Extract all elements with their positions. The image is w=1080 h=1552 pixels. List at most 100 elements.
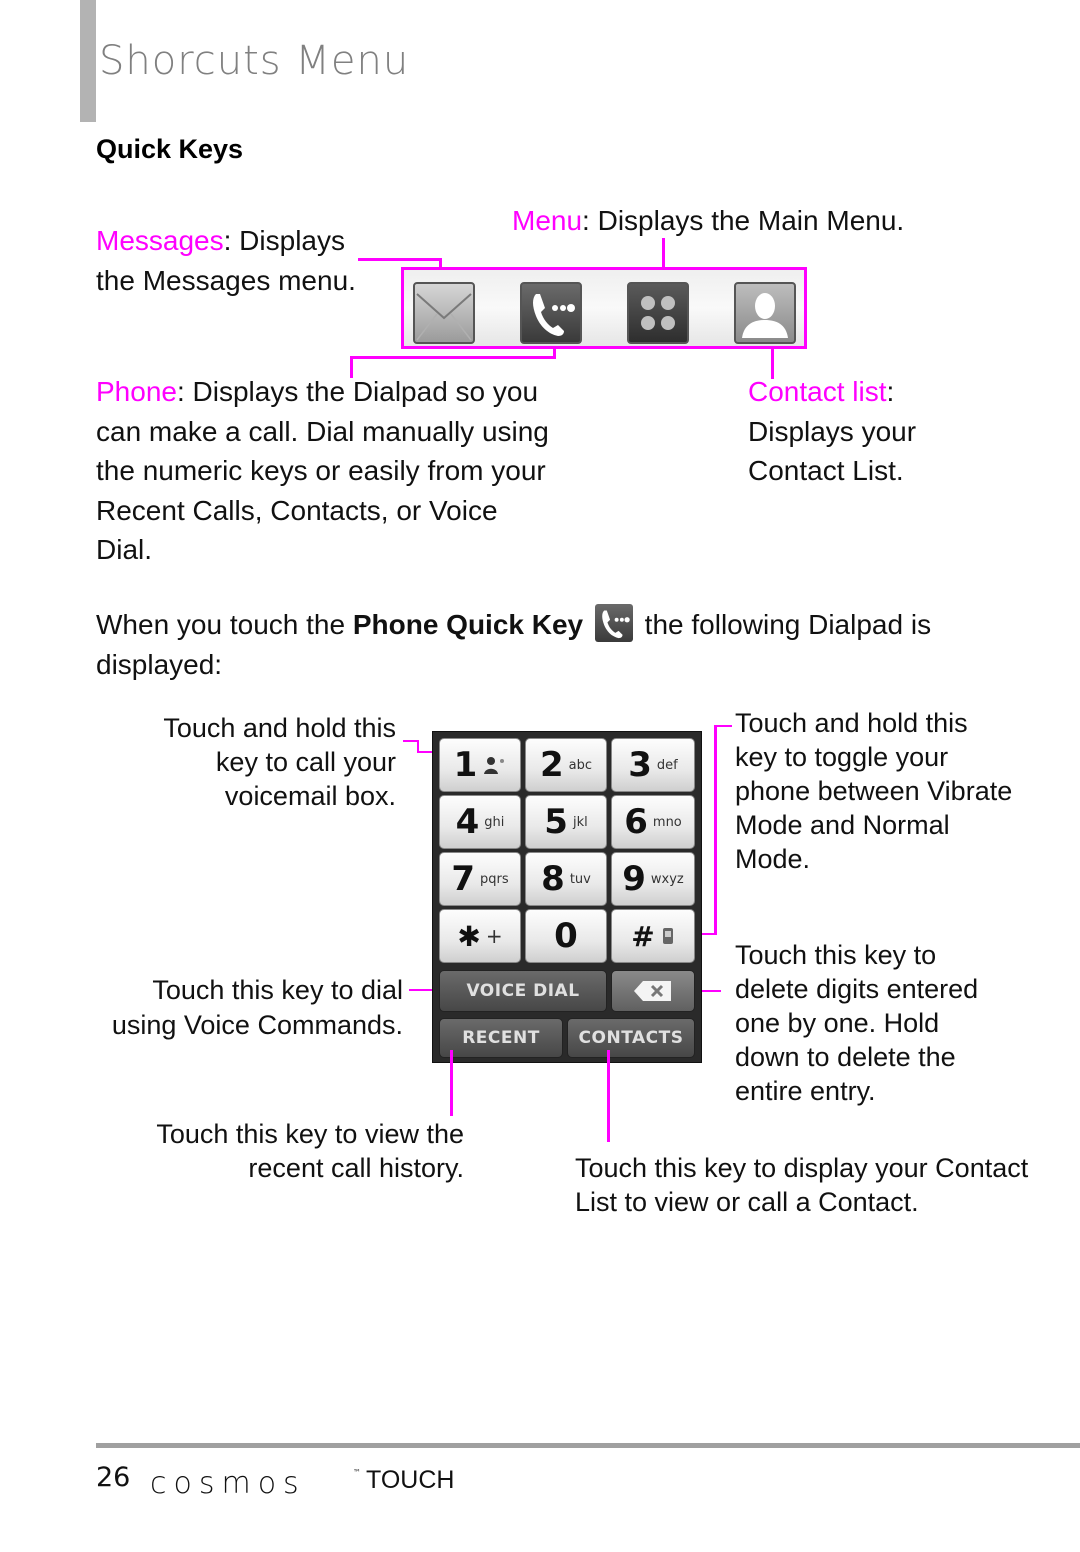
- dial-key-0[interactable]: 0: [525, 909, 607, 963]
- contacts-callout: Contact list: Displays your Contact List…: [748, 372, 916, 491]
- callout-line: Touch and hold this: [735, 708, 968, 738]
- key-digit: ✱: [457, 919, 481, 953]
- key-digit: 0: [554, 916, 578, 956]
- phone-label: Phone: [96, 376, 177, 407]
- voice-dial-button[interactable]: VOICE DIAL: [439, 970, 607, 1012]
- dial-key-star[interactable]: ✱ +: [439, 909, 521, 963]
- dial-key-9[interactable]: 9 wxyz: [611, 852, 695, 906]
- recent-button[interactable]: RECENT: [439, 1018, 563, 1058]
- key-digit: 6: [624, 802, 648, 842]
- recent-callout: Touch this key to view the recent call h…: [100, 1117, 464, 1185]
- callout-line: Touch this key to display your Contact: [575, 1153, 1029, 1183]
- key-digit: 2: [539, 745, 564, 785]
- dial-key-5[interactable]: 5 jkl: [525, 795, 607, 849]
- callout-line: recent call history.: [248, 1153, 464, 1183]
- callout-line: one by one. Hold: [735, 1008, 940, 1038]
- key-letters: +: [485, 924, 503, 948]
- dial-key-2[interactable]: 2 abc: [525, 738, 607, 792]
- menu-desc: : Displays the Main Menu.: [582, 205, 905, 236]
- vibrate-callout: Touch and hold this key to toggle your p…: [735, 706, 1012, 876]
- callout-line: using Voice Commands.: [111, 1010, 403, 1040]
- dial-key-hash[interactable]: #: [611, 909, 695, 963]
- page-title: Shorcuts Menu: [99, 38, 410, 84]
- dial-key-3[interactable]: 3 def: [611, 738, 695, 792]
- phone-quick-key[interactable]: [520, 282, 582, 344]
- key-digit: 1: [453, 745, 478, 785]
- phone-desc-line: Dial.: [96, 534, 153, 565]
- contacts-desc-line: Displays your: [748, 415, 917, 447]
- menu-quick-key[interactable]: [627, 282, 689, 344]
- title-accent-bar: [80, 0, 96, 122]
- callout-line: entire entry.: [735, 1076, 876, 1106]
- contacts-button[interactable]: CONTACTS: [567, 1018, 695, 1058]
- phone-desc-line: can make a call. Dial manually using: [96, 415, 549, 447]
- phone-connector: [350, 356, 556, 359]
- contacts-desc-line: Contact List.: [748, 455, 904, 486]
- phone-icon: [533, 294, 575, 336]
- callout-line: key to call your: [215, 747, 396, 777]
- key-letters: jkl: [572, 814, 588, 830]
- messages-desc-2: the Messages menu.: [96, 264, 356, 296]
- messages-callout: Messages: Displays the Messages menu.: [96, 221, 356, 300]
- callout-line: Mode and Normal: [735, 810, 950, 840]
- phone-callout: Phone: Displays the Dialpad so you can m…: [96, 372, 549, 570]
- key-digit: 7: [451, 859, 476, 899]
- contact-list-quick-key[interactable]: [734, 282, 796, 344]
- page-number: 26: [96, 1462, 131, 1493]
- key-letters: pqrs: [480, 871, 509, 887]
- callout-line: key to toggle your: [735, 742, 949, 772]
- envelope-icon: [416, 293, 472, 341]
- key-letters: ghi: [484, 814, 505, 830]
- dial-key-7[interactable]: 7 pqrs: [439, 852, 521, 906]
- messages-quick-key[interactable]: [413, 282, 475, 344]
- callout-line: Touch this key to: [735, 940, 937, 970]
- key-digit: 8: [541, 859, 565, 899]
- recent-connector: [450, 1050, 453, 1116]
- phone-desc: : Displays the Dialpad so you: [176, 376, 539, 407]
- intro-pre: When you touch the: [96, 609, 353, 640]
- intro-bold: Phone Quick Key: [352, 609, 584, 640]
- delete-button[interactable]: [611, 970, 695, 1012]
- backspace-icon: [634, 981, 671, 1001]
- quick-keys-bar: [401, 267, 807, 349]
- phone-icon: [602, 610, 630, 639]
- menu-label: Menu: [512, 205, 583, 236]
- dialpad: 1 2 abc 3 def 4 ghi 5 jkl 6 mno 7 pqrs 8 tuv 9w…: [432, 731, 702, 1063]
- callout-line: Touch this key to view the: [156, 1119, 464, 1149]
- intro-post: the following Dialpad is: [636, 609, 932, 640]
- delete-callout: Touch this key to delete digits entered …: [735, 938, 978, 1108]
- callout-line: phone between Vibrate: [735, 776, 1013, 806]
- voice-dial-callout: Touch this key to dial using Voice Comma…: [100, 973, 403, 1043]
- key-digit: 4: [455, 802, 480, 842]
- callout-line: delete digits entered: [735, 974, 979, 1004]
- key-letters: def: [656, 757, 678, 773]
- trademark: ™: [353, 1468, 361, 1477]
- callout-line: Mode.: [735, 844, 811, 874]
- contacts-key-callout: Touch this key to display your Contact L…: [575, 1151, 1028, 1219]
- intro-paragraph: When you touch the Phone Quick Key the f…: [96, 604, 931, 684]
- callout-line: List to view or call a Contact.: [575, 1187, 919, 1217]
- contacts-desc: :: [886, 376, 895, 407]
- callout-line: voicemail box.: [224, 781, 396, 811]
- phone-quick-key-inline-icon: [594, 604, 633, 642]
- dial-key-8[interactable]: 8 tuv: [525, 852, 607, 906]
- callout-line: Touch and hold this: [163, 713, 396, 743]
- vibrate-icon: [662, 928, 673, 944]
- footer-rule: [96, 1443, 1080, 1448]
- contacts-label: Contact list: [748, 376, 887, 407]
- dial-key-6[interactable]: 6 mno: [611, 795, 695, 849]
- brand-logo: cosmos: [150, 1466, 306, 1501]
- key-letters: abc: [568, 757, 593, 773]
- messages-desc: : Displays: [223, 225, 345, 256]
- key-letters: mno: [652, 814, 682, 830]
- key-letters: wxyz: [650, 871, 684, 887]
- callout-line: down to delete the: [735, 1042, 956, 1072]
- phone-desc-line: the numeric keys or easily from your: [96, 455, 546, 486]
- key-letters: tuv: [569, 871, 591, 887]
- callout-line: Touch this key to dial: [152, 975, 403, 1005]
- menu-callout: Menu: Displays the Main Menu.: [512, 201, 904, 241]
- dial-key-1[interactable]: 1: [439, 738, 521, 792]
- key-digit: #: [631, 919, 655, 953]
- phone-desc-line: Recent Calls, Contacts, or Voice: [96, 494, 498, 526]
- dial-key-4[interactable]: 4 ghi: [439, 795, 521, 849]
